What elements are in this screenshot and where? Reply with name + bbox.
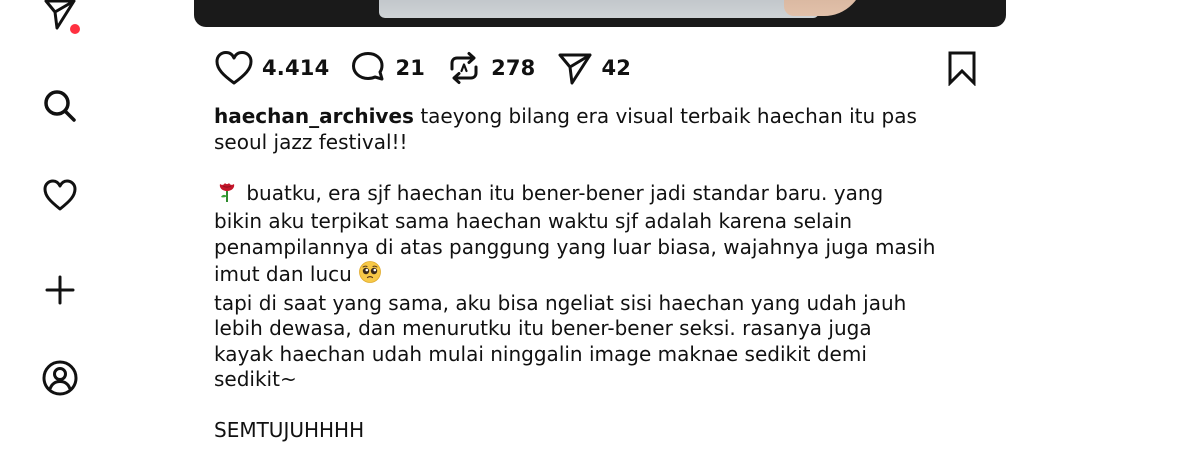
post-media[interactable] — [194, 0, 1006, 27]
sidebar-item-create[interactable] — [38, 268, 82, 312]
caption-paragraph-3: tapi di saat yang sama, aku bisa ngeliat… — [214, 290, 907, 392]
sidebar-item-search[interactable] — [38, 84, 82, 128]
profile-icon — [42, 360, 78, 396]
notification-dot — [70, 24, 80, 34]
repost-button[interactable]: 278 — [445, 49, 535, 87]
rose-icon — [214, 181, 240, 210]
like-count: 4.414 — [262, 56, 330, 80]
media-figure — [784, 0, 864, 16]
comment-icon — [352, 52, 384, 81]
caption-paragraph-4: SEMTUJUHHHH — [214, 418, 365, 442]
share-count: 42 — [601, 56, 632, 80]
plus-icon — [45, 275, 75, 305]
caption-username[interactable]: haechan_archives — [214, 104, 414, 128]
repost-icon — [450, 52, 478, 84]
heart-icon — [215, 51, 253, 85]
post-action-bar: 4.414 21 278 42 — [214, 48, 651, 88]
caption-line-1b: seoul jazz festival!! — [214, 129, 408, 154]
like-button[interactable]: 4.414 — [214, 50, 329, 86]
search-icon — [44, 90, 76, 122]
bookmark-icon — [948, 51, 976, 86]
send-icon — [558, 53, 591, 85]
comment-count: 21 — [395, 56, 426, 80]
sidebar-item-activity[interactable] — [38, 173, 82, 217]
comment-button[interactable]: 21 — [349, 50, 425, 86]
caption-line-1: taeyong bilang era visual terbaik haecha… — [420, 104, 917, 128]
repost-count: 278 — [491, 56, 536, 80]
share-button[interactable]: 42 — [556, 50, 632, 86]
save-button[interactable] — [942, 48, 982, 88]
caption-paragraph-2-text: buatku, era sjf haechan itu bener-bener … — [214, 180, 936, 287]
post-caption: haechan_archives taeyong bilang era visu… — [214, 104, 1014, 444]
caption-paragraph-2: buatku, era sjf haechan itu bener-bener … — [214, 181, 1014, 291]
heart-icon — [43, 179, 77, 211]
sidebar-item-profile[interactable] — [38, 356, 82, 400]
pleading-face-icon — [358, 260, 382, 291]
media-clothing — [379, 0, 819, 18]
caption-paragraph-1: haechan_archives taeyong bilang era visu… — [214, 104, 1014, 155]
